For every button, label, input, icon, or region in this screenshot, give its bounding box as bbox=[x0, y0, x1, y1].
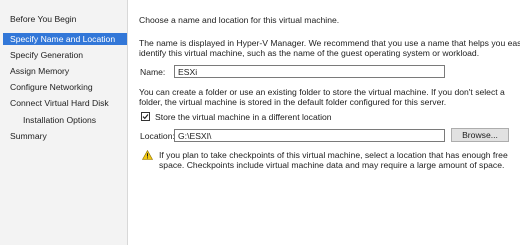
description-line-2: identify this virtual machine, such as t… bbox=[139, 48, 480, 58]
nav-item-assign-memory[interactable]: Assign Memory bbox=[3, 65, 127, 77]
main-panel: Choose a name and location for this virt… bbox=[128, 0, 520, 245]
nav-item-summary[interactable]: Summary bbox=[3, 130, 127, 142]
nav-item-specify-name-and-location[interactable]: Specify Name and Location bbox=[3, 33, 127, 45]
nav-item-configure-networking[interactable]: Configure Networking bbox=[3, 81, 127, 93]
warning-text-line-2: space. Checkpoints include virtual machi… bbox=[159, 160, 505, 170]
nav-item-specify-generation[interactable]: Specify Generation bbox=[3, 49, 127, 61]
store-location-checkbox-label[interactable]: Store the virtual machine in a different… bbox=[155, 112, 332, 123]
nav-item-installation-options[interactable]: Installation Options bbox=[3, 114, 127, 126]
page-heading: Choose a name and location for this virt… bbox=[139, 15, 340, 25]
browse-button[interactable]: Browse... bbox=[451, 128, 509, 142]
store-location-checkbox[interactable] bbox=[141, 112, 150, 121]
wizard-sidebar: Before You Begin Specify Name and Locati… bbox=[0, 0, 128, 245]
folder-info-line-2: folder, the virtual machine is stored in… bbox=[139, 97, 447, 107]
name-label: Name: bbox=[140, 67, 166, 77]
nav-item-before-you-begin[interactable]: Before You Begin bbox=[3, 13, 127, 25]
warning-icon bbox=[142, 150, 153, 160]
name-input[interactable] bbox=[174, 65, 445, 78]
location-label: Location: bbox=[140, 131, 175, 141]
checkmark-icon bbox=[142, 114, 149, 120]
location-input[interactable] bbox=[174, 129, 445, 142]
nav-item-connect-virtual-hard-disk[interactable]: Connect Virtual Hard Disk bbox=[3, 97, 127, 109]
